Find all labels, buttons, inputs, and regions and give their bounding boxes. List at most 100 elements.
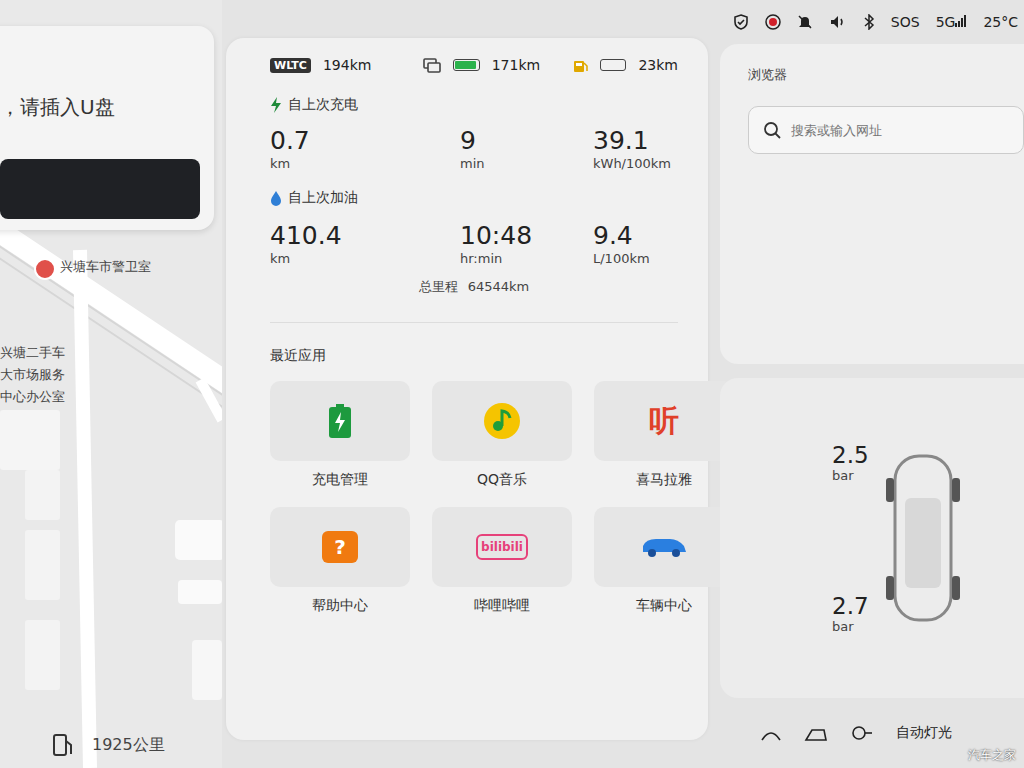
odometer-value: 64544km	[468, 279, 530, 294]
stat: 39.1kWh/100km	[593, 126, 678, 171]
app-label: 车辆中心	[636, 597, 692, 615]
search-icon	[763, 121, 781, 139]
app-label: 喜马拉雅	[636, 471, 692, 489]
app-tile[interactable]	[594, 507, 734, 587]
drop-icon	[270, 190, 282, 206]
browser-panel: 浏览器	[720, 44, 1024, 364]
electric-range: 171km	[492, 57, 540, 73]
range-row: WLTC194km171km23km	[270, 52, 678, 78]
bluetooth-icon	[863, 14, 875, 30]
map-label: 大市场服务	[0, 366, 65, 384]
fuel-icon	[572, 57, 588, 73]
tire-panel: 2.5bar2.7bar	[720, 378, 1024, 698]
charge-port-icon[interactable]	[850, 724, 874, 742]
record-icon	[765, 14, 781, 30]
stat: 9.4L/100km	[593, 221, 678, 266]
stat-unit: min	[460, 156, 593, 171]
volume-icon	[829, 14, 847, 30]
browser-title: 浏览器	[748, 66, 1024, 84]
odometer: 总里程 64544km	[270, 278, 678, 323]
stats-row: 0.7km9min39.1kWh/100km	[270, 126, 678, 171]
stat-value: 9	[460, 126, 593, 156]
music-note-icon	[483, 402, 521, 440]
stat-value: 39.1	[593, 126, 678, 156]
shield-icon	[733, 14, 749, 30]
stat-unit: kWh/100km	[593, 156, 678, 171]
distance-text: 1925公里	[92, 735, 165, 756]
wiper-icon[interactable]	[760, 724, 782, 742]
usb-notice-text: ，请插入U盘	[0, 94, 214, 121]
map-panel: ，请插入U盘兴塘车市警卫室兴塘二手车大市场服务中心办公室 1925公里	[0, 0, 222, 768]
odometer-label: 总里程	[419, 279, 458, 294]
app-item[interactable]: ? 帮助中心	[270, 507, 410, 615]
section-title: 自上次充电	[270, 96, 678, 114]
watermark: 汽车之家	[968, 747, 1016, 764]
stat: 9min	[460, 126, 593, 171]
right-column: SOS5G25°C浏览器2.5bar2.7bar自动灯光	[712, 0, 1024, 768]
pressure-unit: bar	[832, 468, 869, 483]
apps-grid: 充电管理QQ音乐听喜马拉雅?帮助中心bilibili哔哩哔哩车辆中心	[270, 381, 678, 615]
stat-unit: L/100km	[593, 251, 678, 266]
pressure-value: 2.7	[832, 593, 869, 619]
sos-label[interactable]: SOS	[891, 14, 920, 30]
battery-level-track	[453, 59, 479, 71]
stat-value: 10:48	[460, 221, 593, 251]
app-tile[interactable]: ?	[270, 507, 410, 587]
usb-notice-card: ，请插入U盘	[0, 26, 214, 230]
bilibili-logo: bilibili	[476, 534, 528, 560]
car-icon	[640, 534, 688, 560]
stat: 410.4km	[270, 221, 460, 266]
stat-value: 0.7	[270, 126, 460, 156]
wltc-badge: WLTC	[270, 58, 311, 73]
middle-column: WLTC194km171km23km自上次充电0.7km9min39.1kWh/…	[222, 0, 712, 768]
stat-value: 9.4	[593, 221, 678, 251]
ximalaya-logo: 听	[649, 401, 679, 442]
trip-distance: 1925公里	[52, 732, 165, 758]
app-tile[interactable]	[432, 381, 572, 461]
app-label: 帮助中心	[312, 597, 368, 615]
door-icon[interactable]	[804, 724, 828, 742]
help-badge: ?	[322, 531, 358, 563]
tire-values: 2.5bar2.7bar	[832, 442, 869, 634]
app-item[interactable]: 车辆中心	[594, 507, 734, 615]
pressure-value: 2.5	[832, 442, 869, 468]
auto-light-label[interactable]: 自动灯光	[896, 724, 952, 742]
map-label: 中心办公室	[0, 388, 65, 406]
stat: 0.7km	[270, 126, 460, 171]
stat-unit: km	[270, 251, 460, 266]
url-input[interactable]	[789, 122, 1023, 139]
bell-muted-icon	[797, 14, 813, 30]
app-item[interactable]: 听喜马拉雅	[594, 381, 734, 489]
wltc-range: 194km	[323, 57, 371, 73]
ev-plug-icon	[423, 57, 441, 73]
car-topview-icon	[883, 448, 963, 628]
app-label: 哔哩哔哩	[474, 597, 530, 615]
stat: 10:48hr:min	[460, 221, 593, 266]
tire-pressure: 2.7bar	[832, 593, 869, 634]
section-title-text: 自上次充电	[288, 96, 358, 114]
app-tile[interactable]	[270, 381, 410, 461]
app-item[interactable]: QQ音乐	[432, 381, 572, 489]
app-tile[interactable]: 听	[594, 381, 734, 461]
stat-unit: hr:min	[460, 251, 593, 266]
battery-icon	[329, 404, 351, 438]
section-title-text: 自上次加油	[288, 189, 358, 207]
stats-row: 410.4km10:48hr:min9.4L/100km	[270, 221, 678, 266]
app-tile[interactable]: bilibili	[432, 507, 572, 587]
fuel-level-track	[600, 59, 626, 71]
network-label: 5G	[936, 14, 968, 30]
battery-level-fill	[455, 61, 476, 69]
app-item[interactable]: bilibili 哔哩哔哩	[432, 507, 572, 615]
app-item[interactable]: 充电管理	[270, 381, 410, 489]
browser-search[interactable]	[748, 106, 1024, 154]
map-label: 兴塘车市警卫室	[60, 258, 151, 276]
map-label: 兴塘二手车	[0, 344, 65, 362]
status-bar: SOS5G25°C	[720, 0, 1024, 44]
notice-bar	[0, 159, 200, 219]
vehicle-info-card: WLTC194km171km23km自上次充电0.7km9min39.1kWh/…	[226, 38, 708, 740]
tire-pressure: 2.5bar	[832, 442, 869, 483]
stat-value: 410.4	[270, 221, 460, 251]
recent-apps-title: 最近应用	[270, 347, 678, 365]
section-title: 自上次加油	[270, 189, 678, 207]
pressure-unit: bar	[832, 619, 869, 634]
